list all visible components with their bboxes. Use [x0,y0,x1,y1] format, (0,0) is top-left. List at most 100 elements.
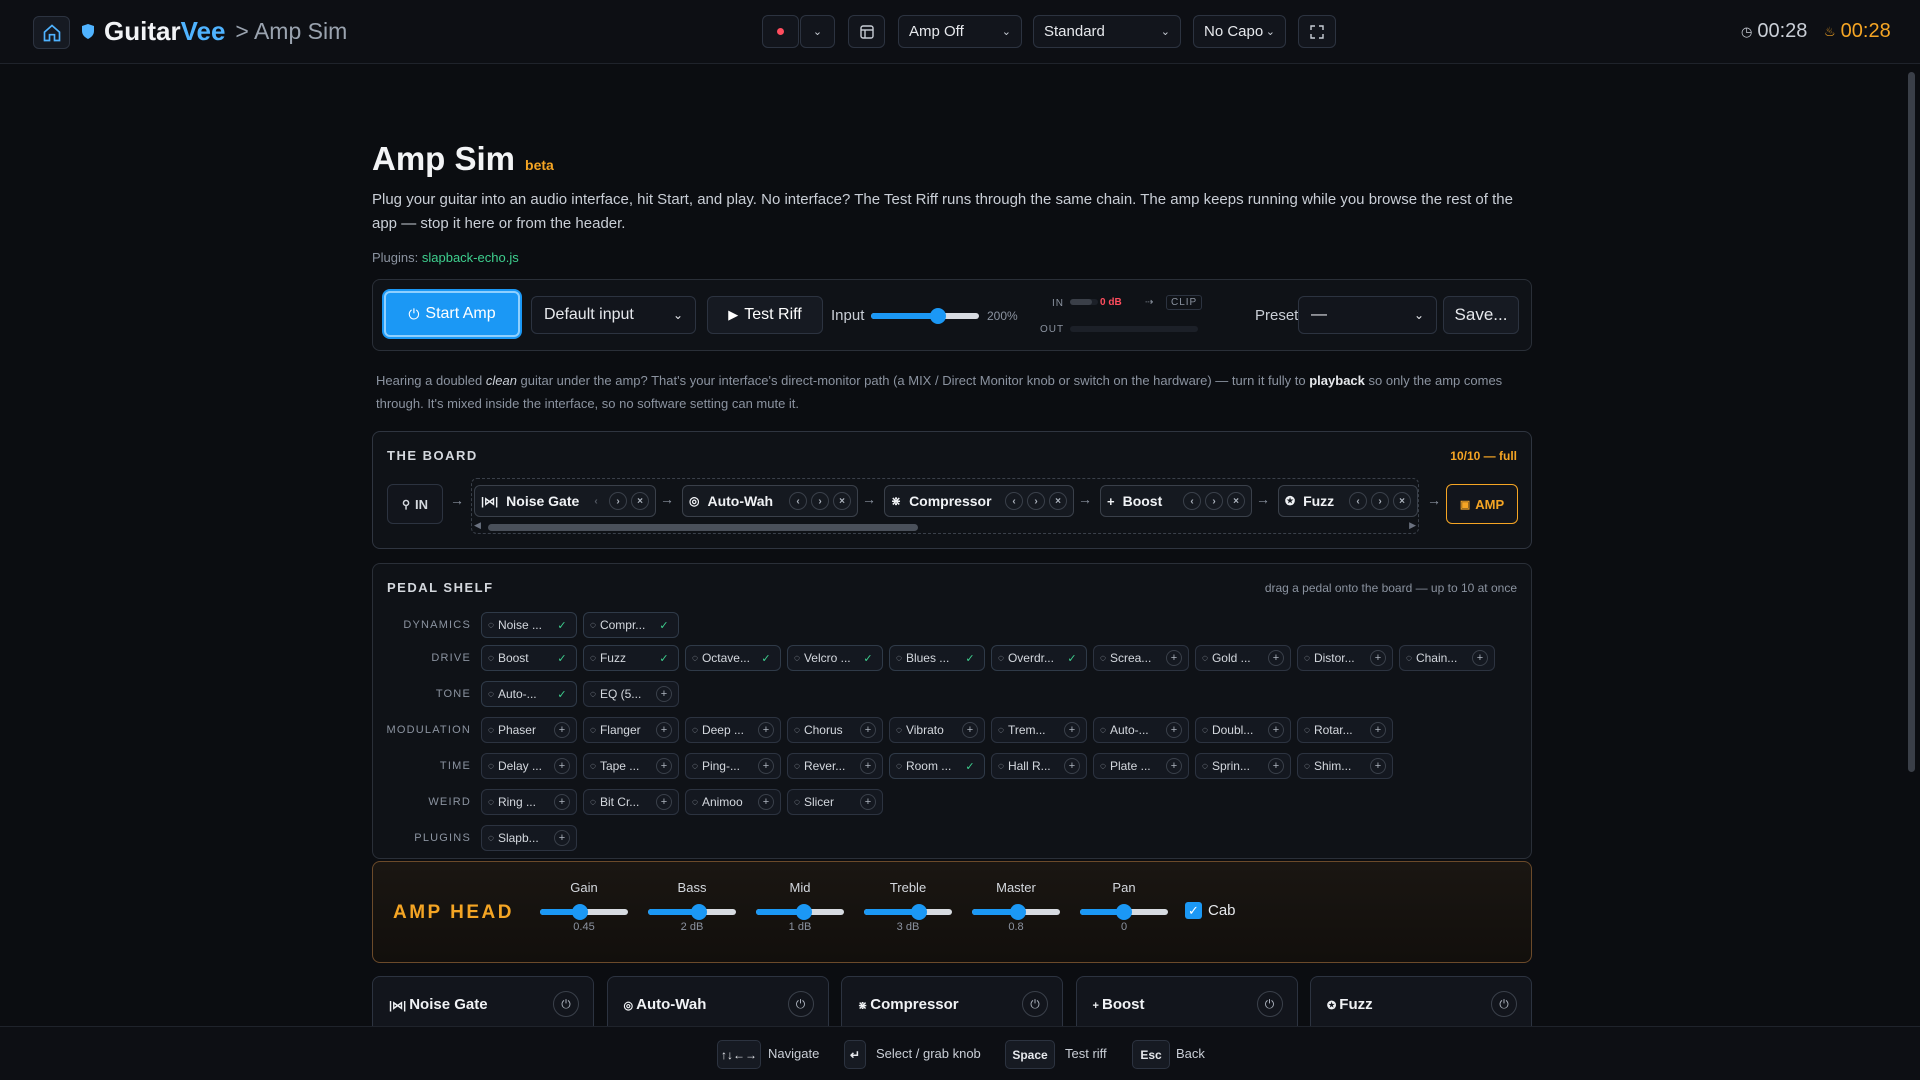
slider-knob[interactable] [910,904,927,920]
chain-pedal[interactable]: + Boost ‹ › × [1100,485,1252,517]
shelf-pedal-chip[interactable]: ◌ Chain... + [1399,645,1495,671]
remove-pedal-button[interactable]: × [833,492,851,510]
chain-pedal[interactable]: ◎ Auto-Wah ‹ › × [682,485,858,517]
shelf-pedal-chip[interactable]: ◌ Sprin... + [1195,753,1291,779]
shelf-pedal-chip[interactable]: ◌ Fuzz ✓ [583,645,679,671]
shelf-pedal-chip[interactable]: ◌ Ring ... + [481,789,577,815]
knob-slider[interactable] [1080,904,1168,920]
shelf-pedal-chip[interactable]: ◌ Doubl... + [1195,717,1291,743]
knob-slider[interactable] [972,904,1060,920]
shelf-pedal-chip[interactable]: ◌ Vibrato + [889,717,985,743]
shelf-pedal-chip[interactable]: ◌ Rotar... + [1297,717,1393,743]
fullscreen-button[interactable] [1298,15,1336,48]
move-left-button[interactable]: ‹ [789,492,807,510]
save-preset-button[interactable]: Save... [1443,296,1519,334]
shelf-pedal-chip[interactable]: ◌ Octave... ✓ [685,645,781,671]
capo-select[interactable]: No Capo ⌄ [1193,15,1286,48]
shelf-pedal-chip[interactable]: ◌ Gold ... + [1195,645,1291,671]
shelf-pedal-chip[interactable]: ◌ Auto-... ✓ [481,681,577,707]
shelf-pedal-chip[interactable]: ◌ Tape ... + [583,753,679,779]
shelf-pedal-chip[interactable]: ◌ Hall R... + [991,753,1087,779]
add-icon[interactable]: + [1166,650,1182,666]
chain-scrollbar[interactable]: ◀ ▶ [472,520,1418,532]
add-icon[interactable]: + [554,830,570,846]
slider-knob[interactable] [1116,904,1132,920]
chain-pedal[interactable]: ⋇ Compressor ‹ › × [884,485,1074,517]
test-riff-button[interactable]: ▶ Test Riff [707,296,823,334]
layout-button[interactable] [848,15,885,48]
shelf-pedal-chip[interactable]: ◌ Velcro ... ✓ [787,645,883,671]
shelf-pedal-chip[interactable]: ◌ Phaser + [481,717,577,743]
add-icon[interactable]: + [1166,758,1182,774]
move-right-button[interactable]: › [1205,492,1223,510]
move-left-button[interactable]: ‹ [1005,492,1023,510]
remove-pedal-button[interactable]: × [1227,492,1245,510]
shelf-pedal-chip[interactable]: ◌ Shim... + [1297,753,1393,779]
input-gain-slider[interactable] [871,308,979,324]
shelf-pedal-chip[interactable]: ◌ Overdr... ✓ [991,645,1087,671]
add-icon[interactable]: + [656,722,672,738]
start-amp-button[interactable]: ⏻ Start Amp [384,291,520,337]
shelf-pedal-chip[interactable]: ◌ Distor... + [1297,645,1393,671]
home-button[interactable] [33,16,70,49]
input-device-select[interactable]: Default input ⌄ [531,296,696,334]
add-icon[interactable]: + [1064,722,1080,738]
add-icon[interactable]: + [758,794,774,810]
power-toggle-icon[interactable]: ⏻ [1256,991,1283,1017]
move-right-button[interactable]: › [811,492,829,510]
remove-pedal-button[interactable]: × [631,492,649,510]
power-toggle-icon[interactable]: ⏻ [553,991,579,1017]
add-icon[interactable]: + [860,758,876,774]
shelf-pedal-chip[interactable]: ◌ Ping-... + [685,753,781,779]
slider-knob[interactable] [691,904,708,920]
add-icon[interactable]: + [1166,722,1182,738]
shelf-pedal-chip[interactable]: ◌ Animoo + [685,789,781,815]
power-toggle-icon[interactable]: ⏻ [1491,991,1517,1017]
knob-slider[interactable] [756,904,844,920]
chain-scroll-thumb[interactable] [488,524,918,531]
amp-state-select[interactable]: Amp Off ⌄ [898,15,1022,48]
knob-slider[interactable] [540,904,628,920]
shelf-pedal-chip[interactable]: ◌ Bit Cr... + [583,789,679,815]
scrollbar-thumb[interactable] [1908,72,1915,772]
shelf-pedal-chip[interactable]: ◌ Noise ... ✓ [481,612,577,638]
move-right-button[interactable]: › [609,492,627,510]
add-icon[interactable]: + [656,686,672,702]
knob-slider[interactable] [648,904,736,920]
slider-knob[interactable] [795,904,812,920]
shelf-pedal-chip[interactable]: ◌ Chorus + [787,717,883,743]
scroll-left-icon[interactable]: ◀ [474,520,481,531]
shelf-pedal-chip[interactable]: ◌ Room ... ✓ [889,753,985,779]
shelf-pedal-chip[interactable]: ◌ Blues ... ✓ [889,645,985,671]
add-icon[interactable]: + [758,758,774,774]
add-icon[interactable]: + [1064,758,1080,774]
cab-toggle[interactable]: ✓ Cab [1185,902,1236,919]
app-logo[interactable]: GuitarVee [104,16,225,47]
page-scrollbar[interactable] [1906,66,1916,1026]
add-icon[interactable]: + [1370,722,1386,738]
chain-pedal[interactable]: ✪ Fuzz ‹ › × [1278,485,1418,517]
shelf-pedal-chip[interactable]: ◌ Flanger + [583,717,679,743]
shelf-pedal-chip[interactable]: ◌ Boost ✓ [481,645,577,671]
slider-knob[interactable] [1009,904,1026,920]
move-left-button[interactable]: ‹ [587,492,605,510]
checkbox-checked-icon[interactable]: ✓ [1185,902,1202,919]
power-toggle-icon[interactable]: ⏻ [1022,991,1048,1017]
add-icon[interactable]: + [1472,650,1488,666]
move-left-button[interactable]: ‹ [1183,492,1201,510]
record-button[interactable] [762,15,799,48]
move-right-button[interactable]: › [1371,492,1389,510]
slider-knob[interactable] [929,308,946,324]
add-icon[interactable]: + [656,758,672,774]
shelf-pedal-chip[interactable]: ◌ Slapb... + [481,825,577,851]
shelf-pedal-chip[interactable]: ◌ Compr... ✓ [583,612,679,638]
scroll-right-icon[interactable]: ▶ [1409,520,1416,531]
shelf-pedal-chip[interactable]: ◌ Trem... + [991,717,1087,743]
record-options-button[interactable]: ⌄ [800,15,835,48]
add-icon[interactable]: + [554,758,570,774]
move-left-button[interactable]: ‹ [1349,492,1367,510]
shelf-pedal-chip[interactable]: ◌ EQ (5... + [583,681,679,707]
add-icon[interactable]: + [1370,758,1386,774]
remove-pedal-button[interactable]: × [1393,492,1411,510]
shelf-pedal-chip[interactable]: ◌ Screa... + [1093,645,1189,671]
